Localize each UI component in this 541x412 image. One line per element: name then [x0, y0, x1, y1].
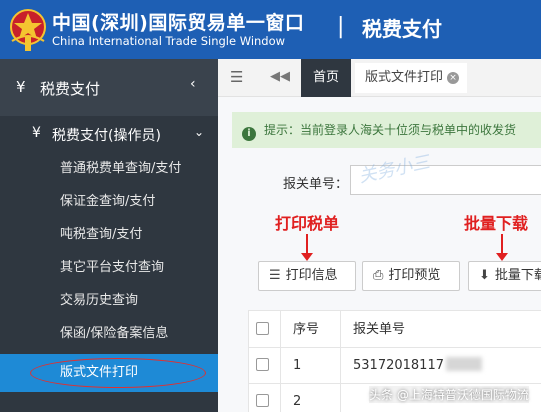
annotation-arrow-down-icon: [301, 234, 313, 261]
row-checkbox[interactable]: [256, 384, 269, 412]
app-header: 中国(深圳)国际贸易单一窗口 China International Trade…: [0, 0, 541, 59]
list-icon: ☰: [269, 268, 281, 283]
sidebar-item-deposit[interactable]: 保证金查询/支付: [0, 185, 218, 218]
sidebar-item-regular-tax[interactable]: 普通税费单查询/支付: [0, 152, 218, 185]
row-number: 53172018117: [353, 348, 482, 383]
source-credit: 头条 @上海特普沃德国际物流: [369, 386, 529, 403]
print-info-button[interactable]: ☰ 打印信息: [258, 261, 356, 291]
table-border: [340, 311, 341, 347]
button-label: 批量下载: [494, 268, 541, 283]
yen-icon: ¥: [16, 78, 26, 96]
annotation-arrow-down-icon: [496, 234, 508, 261]
sidebar-item-label: 税费支付: [40, 80, 101, 98]
annotation-batch-download: 批量下载: [464, 214, 529, 233]
table-row[interactable]: 1 53172018117: [248, 348, 541, 384]
redacted-mark: [445, 357, 482, 371]
close-icon[interactable]: ×: [447, 72, 460, 84]
brand-title-cn: 中国(深圳)国际贸易单一窗口: [52, 12, 305, 34]
table-border: [280, 348, 281, 383]
tab-bar: ☰ ◀◀ 首页 版式文件打印 ×: [218, 59, 541, 97]
table-border: [248, 348, 249, 383]
sidebar-item-tax-payment[interactable]: ¥ 税费支付 ‹: [0, 59, 218, 116]
column-header-no: 序号: [293, 322, 320, 337]
download-icon: ⬇: [479, 268, 490, 283]
table-border: [280, 311, 281, 347]
print-preview-button[interactable]: ⎙ 打印预览: [362, 261, 460, 291]
table-border: [340, 348, 341, 383]
sidebar-group-label: 税费支付(操作员): [52, 128, 161, 144]
select-all-checkbox[interactable]: [256, 311, 269, 347]
sidebar-item-format-print[interactable]: 版式文件打印: [0, 354, 218, 392]
sidebar-submenu: 普通税费单查询/支付 保证金查询/支付 吨税查询/支付 其它平台支付查询 交易历…: [0, 152, 218, 392]
row-no: 2: [293, 394, 302, 409]
button-label: 打印信息: [285, 268, 338, 283]
tab-home[interactable]: 首页: [301, 59, 351, 97]
chevron-down-icon: ⌄: [194, 125, 205, 139]
sidebar: ¥ 税费支付 ‹ ¥ 税费支付(操作员) ⌄ 普通税费单查询/支付 保证金查询/…: [0, 59, 218, 412]
row-no: 1: [293, 358, 302, 373]
annotation-circle: [30, 358, 206, 388]
button-label: 打印预览: [388, 268, 441, 283]
sidebar-item-tonnage-tax[interactable]: 吨税查询/支付: [0, 218, 218, 251]
info-alert: i 提示：当前登录人海关十位须与税单中的收发货: [232, 112, 541, 148]
info-icon: i: [242, 127, 256, 141]
menu-icon[interactable]: ☰: [230, 68, 243, 86]
declaration-number-label: 报关单号：: [283, 177, 349, 192]
sidebar-item-guarantee[interactable]: 保函/保险备案信息: [0, 317, 218, 350]
column-header-number: 报关单号: [353, 322, 406, 337]
printer-icon: ⎙: [373, 268, 384, 283]
alert-text: 提示：当前登录人海关十位须与税单中的收发货: [264, 123, 517, 137]
main-content: i 提示：当前登录人海关十位须与税单中的收发货 报关单号： 关务小三 打印税单 批…: [218, 97, 541, 412]
yen-icon: ¥: [32, 125, 41, 141]
chevron-left-icon: ‹: [190, 76, 196, 92]
rewind-icon[interactable]: ◀◀: [270, 69, 290, 84]
sidebar-item-other-platform[interactable]: 其它平台支付查询: [0, 251, 218, 284]
table-border: [340, 384, 341, 412]
table-border: [248, 311, 249, 347]
table-border: [248, 384, 249, 412]
sidebar-item-history[interactable]: 交易历史查询: [0, 284, 218, 317]
brand-title-en: China International Trade Single Window: [52, 34, 286, 48]
tab-label: 版式文件打印: [365, 70, 444, 85]
customs-emblem-icon: [10, 9, 46, 51]
section-title: 税费支付: [362, 17, 442, 41]
row-checkbox[interactable]: [256, 348, 269, 383]
header-separator: |: [337, 14, 345, 39]
annotation-print-tax: 打印税单: [275, 214, 340, 233]
tab-format-print[interactable]: 版式文件打印 ×: [355, 63, 467, 93]
batch-download-button[interactable]: ⬇ 批量下载: [468, 261, 541, 291]
table-header: 序号 报关单号: [248, 310, 541, 348]
table-border: [280, 384, 281, 412]
sidebar-group-operator[interactable]: ¥ 税费支付(操作员) ⌄: [0, 116, 218, 152]
